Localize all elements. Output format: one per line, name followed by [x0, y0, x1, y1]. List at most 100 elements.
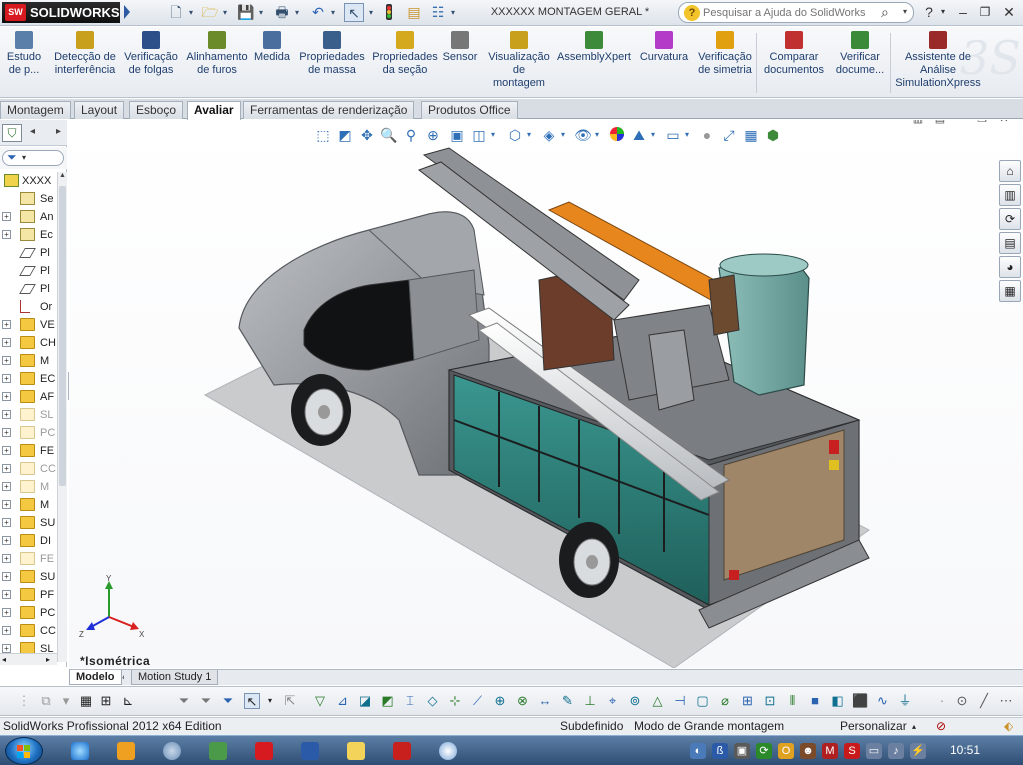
print-dropdown-icon[interactable]: ▾: [292, 3, 302, 22]
command-secao-button[interactable]: Propriedades da seção: [370, 31, 440, 77]
filter-solid-bodies-icon[interactable]: ■: [807, 693, 823, 709]
command-simxpress-button[interactable]: Assistente de Análise SimulationXpress: [895, 31, 981, 90]
tree-expand-icon[interactable]: +: [2, 320, 11, 329]
tree-expand-icon[interactable]: +: [2, 572, 11, 581]
tree-expand-icon[interactable]: +: [2, 644, 11, 653]
tree-expand-icon[interactable]: +: [2, 410, 11, 419]
file-explorer-icon[interactable]: ⟳: [999, 208, 1021, 230]
search-icon[interactable]: ⌕: [881, 4, 889, 21]
open-folder-icon[interactable]: 🗁: [200, 3, 220, 22]
dimension-icon[interactable]: ⊾: [120, 693, 136, 709]
filter-center-marks-icon[interactable]: ⊗: [515, 693, 531, 709]
network-icon[interactable]: [152, 738, 192, 764]
graphics-area[interactable]: ⬚ ◩ ✥ 🔍 ⚲ ⊕ ▣ ◫ ▾ ⬡ ▾ ◈ ▾ 👁 ▾ ⛰ ▾ ▭ ▾ ● …: [69, 120, 1023, 668]
panel-left-arrow-icon[interactable]: ◂: [30, 126, 35, 137]
app-icon[interactable]: [198, 738, 238, 764]
tag-icon[interactable]: ⬖: [1004, 718, 1013, 735]
tray-power-icon[interactable]: ⚡: [910, 743, 926, 759]
more-filters-icon[interactable]: ⋯: [998, 693, 1014, 709]
menu-expand-icon[interactable]: [124, 5, 130, 19]
tray-monitor-icon[interactable]: ▭: [866, 743, 882, 759]
filter-balloons-icon[interactable]: ⊚: [627, 693, 643, 709]
tree-horizontal-scrollbar[interactable]: ◂ ▸: [0, 653, 57, 665]
tray-sync-icon[interactable]: ⟳: [756, 743, 772, 759]
select-other-icon[interactable]: ⇱: [282, 693, 298, 709]
filter-planes-icon[interactable]: ◇: [425, 693, 441, 709]
view-palette-tab-icon[interactable]: ▤: [999, 232, 1021, 254]
tree-filter[interactable]: ⏷ ▾: [0, 147, 67, 169]
select-pointer-icon[interactable]: ↖: [344, 3, 364, 22]
help-search-box[interactable]: ? ⌕ ▾: [678, 2, 914, 23]
tree-expand-icon[interactable]: +: [2, 518, 11, 527]
filter-spline-icon[interactable]: ∿: [875, 693, 891, 709]
filter-connection-points-icon[interactable]: ⊞: [740, 693, 756, 709]
solidworks-logo[interactable]: SW SOLIDWORKS: [2, 2, 120, 23]
restore-icon[interactable]: ❐: [974, 3, 996, 21]
filter-gtol-icon[interactable]: ⌖: [605, 693, 621, 709]
command-folgas-button[interactable]: Verificação de folgas: [122, 31, 180, 77]
filter-clear-icon[interactable]: ⏷: [198, 693, 214, 709]
save-icon[interactable]: 💾: [236, 3, 256, 22]
filter-notes-icon[interactable]: ✎: [560, 693, 576, 709]
clock[interactable]: 10:51: [950, 743, 980, 757]
tray-outlook-icon[interactable]: O: [778, 743, 794, 759]
start-button[interactable]: [5, 737, 43, 765]
panel-right-arrow-icon[interactable]: ▸: [56, 126, 61, 137]
paint-icon[interactable]: [428, 738, 468, 764]
new-dropdown-icon[interactable]: ▾: [186, 3, 196, 22]
tray-device-icon[interactable]: ▣: [734, 743, 750, 759]
filter-welds-icon[interactable]: △: [650, 693, 666, 709]
tree-expand-icon[interactable]: +: [2, 356, 11, 365]
undo-icon[interactable]: ↶: [308, 3, 328, 22]
internet-explorer-icon[interactable]: [60, 738, 100, 764]
customize-menu[interactable]: Personalizar: [840, 718, 907, 735]
grid-icon[interactable]: ▦: [78, 693, 94, 709]
tray-network-icon[interactable]: ◐: [690, 743, 706, 759]
tree-vertical-scrollbar[interactable]: ▲: [57, 172, 67, 662]
options-dropdown-icon[interactable]: ▾: [448, 3, 458, 22]
tree-expand-icon[interactable]: +: [2, 590, 11, 599]
acrobat-icon[interactable]: [382, 738, 422, 764]
dot-icon[interactable]: ·: [934, 693, 950, 709]
tab-produtos-office[interactable]: Produtos Office: [421, 101, 518, 119]
filter-midpoints-icon[interactable]: ⊕: [492, 693, 508, 709]
command-deteccao-button[interactable]: Detecção de interferência: [50, 31, 120, 77]
command-assemblyxpert-button[interactable]: AssemblyXpert: [556, 31, 632, 64]
save-dropdown-icon[interactable]: ▾: [256, 3, 266, 22]
select-dropdown-icon[interactable]: ▾: [366, 3, 376, 22]
search-dropdown-icon[interactable]: ▾: [903, 7, 907, 16]
tab-avaliar[interactable]: Avaliar: [187, 101, 241, 120]
filter-surfaces-icon[interactable]: ◩: [380, 693, 396, 709]
filter-routing-points-icon[interactable]: ⊡: [762, 693, 778, 709]
tree-expand-icon[interactable]: +: [2, 428, 11, 437]
filter-vertices-icon[interactable]: ▽: [312, 693, 328, 709]
command-estudo-button[interactable]: Estudo de p...: [2, 31, 46, 77]
select-tool-icon[interactable]: ↖: [244, 693, 260, 709]
tree-expand-icon[interactable]: +: [2, 464, 11, 473]
truck-assembly-model[interactable]: [69, 120, 1023, 668]
tab-esboco[interactable]: Esboço: [129, 101, 184, 119]
rebuild-icon[interactable]: [382, 3, 396, 22]
print-icon[interactable]: 🖶: [272, 3, 292, 22]
tree-expand-icon[interactable]: +: [2, 626, 11, 635]
layer-icon[interactable]: ⧉: [38, 693, 54, 709]
midpoint-icon[interactable]: ⊙: [954, 693, 970, 709]
tab-modelo[interactable]: Modelo: [69, 670, 122, 685]
filter-sketch-points-icon[interactable]: ⊹: [447, 693, 463, 709]
help-dropdown-icon[interactable]: ▾: [938, 3, 948, 21]
filter-cosmetic-threads-icon[interactable]: ⊣: [672, 693, 688, 709]
line-icon[interactable]: ╱: [976, 693, 992, 709]
tab-montagem[interactable]: Montagem: [0, 101, 71, 119]
filter-dimensions-icon[interactable]: ↔: [537, 693, 553, 709]
tree-expand-icon[interactable]: +: [2, 446, 11, 455]
filter-blocks-icon[interactable]: ▢: [695, 693, 711, 709]
undo-dropdown-icon[interactable]: ▾: [328, 3, 338, 22]
filter-mate-icon[interactable]: ⫴: [785, 693, 801, 709]
command-furos-button[interactable]: Alinhamento de furos: [184, 31, 250, 77]
rebuild-status-icon[interactable]: ⊘: [936, 718, 946, 735]
tree-expand-icon[interactable]: +: [2, 230, 11, 239]
align-icon[interactable]: ⊞: [98, 693, 114, 709]
close-icon[interactable]: ✕: [998, 3, 1020, 21]
feature-manager-tab-icon[interactable]: ⛉: [2, 124, 22, 142]
tree-expand-icon[interactable]: +: [2, 536, 11, 545]
